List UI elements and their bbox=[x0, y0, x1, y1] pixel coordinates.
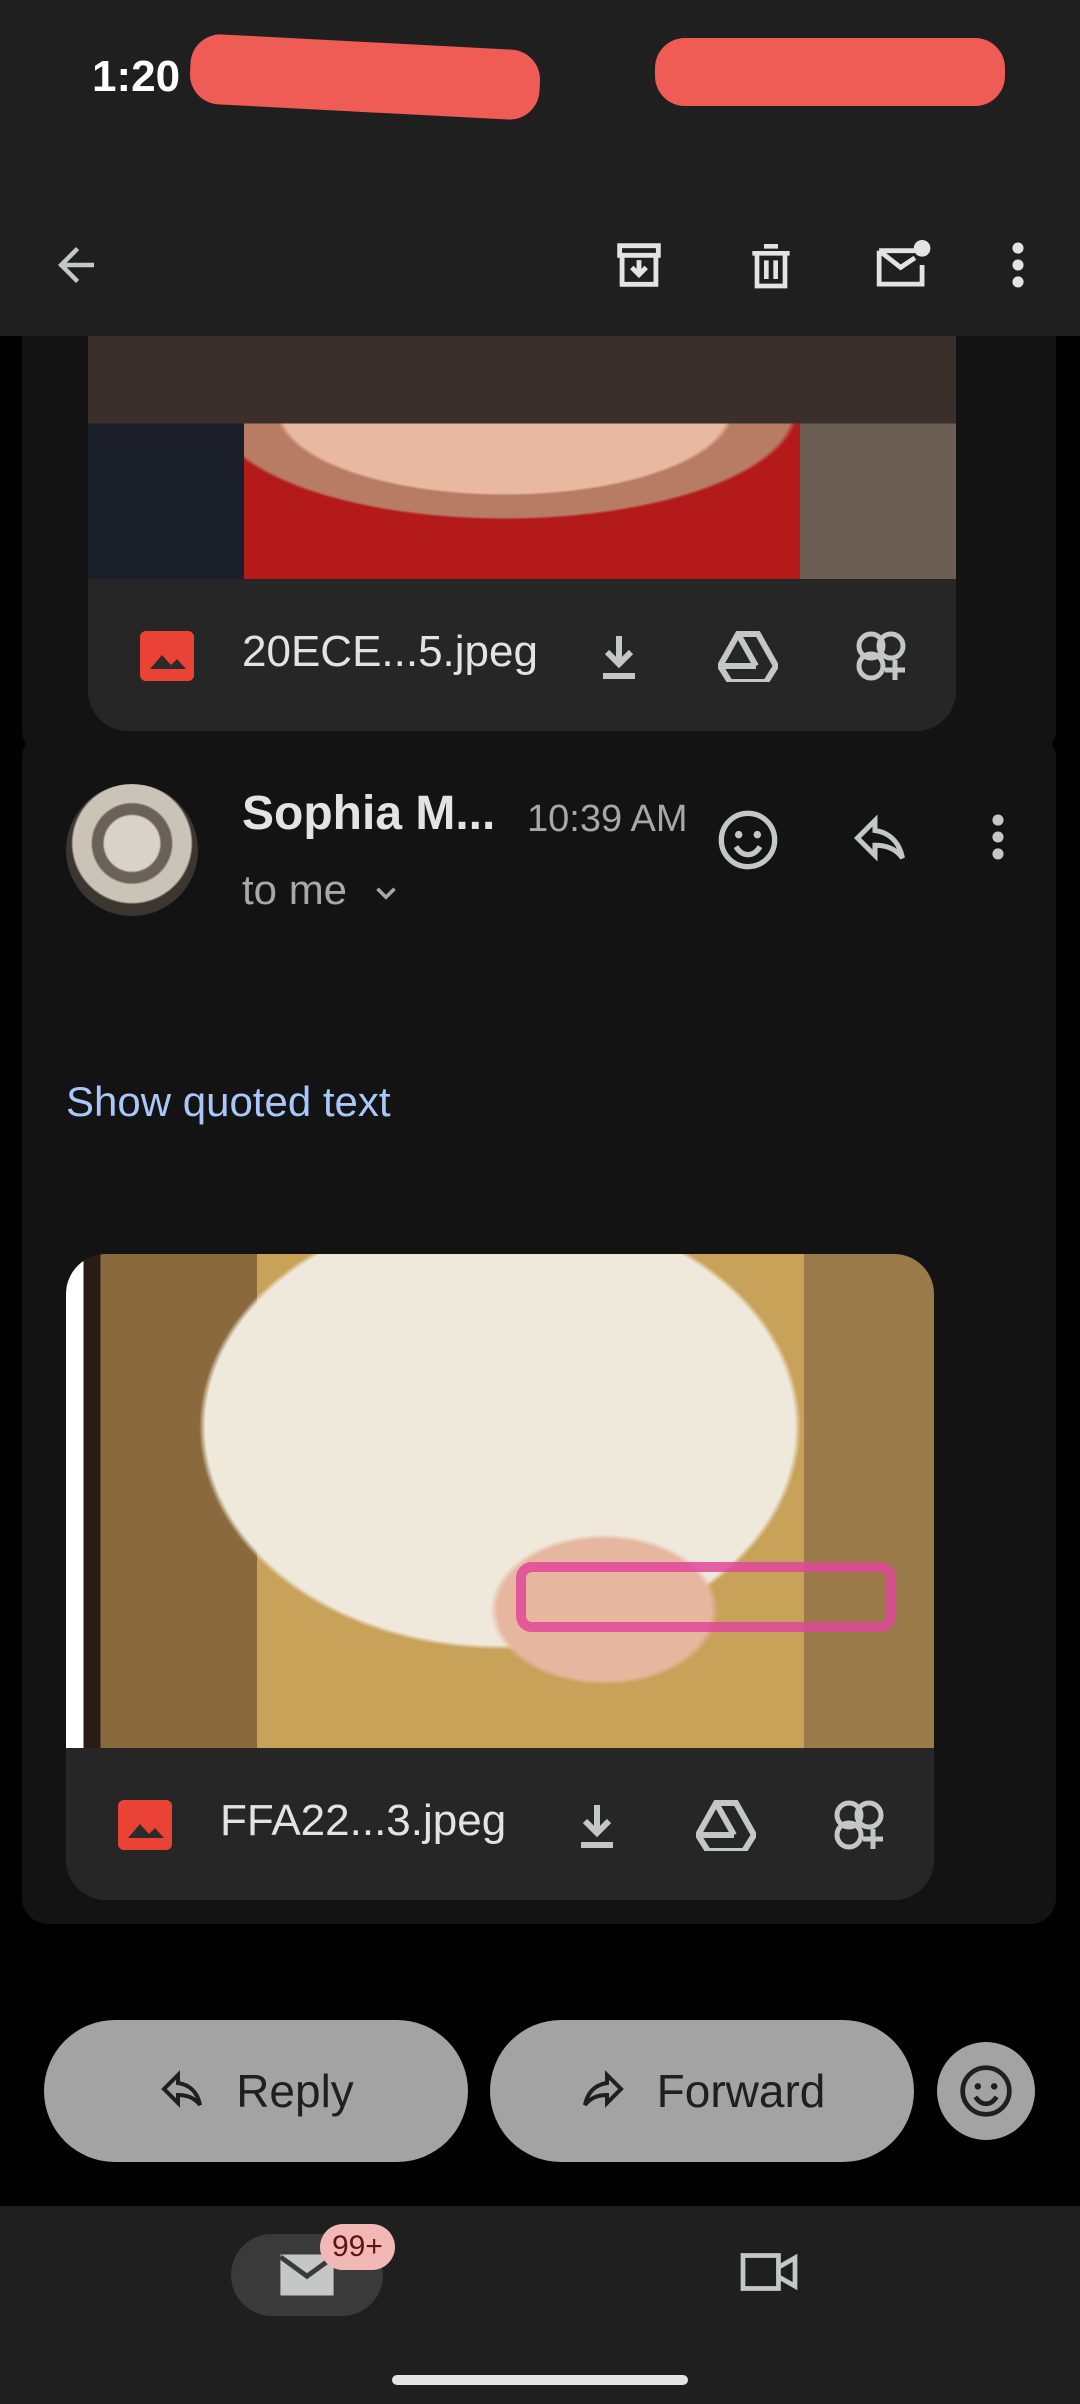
attachment-image bbox=[66, 1254, 934, 1748]
status-time: 1:20 bbox=[92, 52, 181, 101]
glasses-shape bbox=[516, 1562, 896, 1632]
recipient-label: to me bbox=[242, 866, 348, 913]
emoji-react-button[interactable] bbox=[937, 2042, 1035, 2140]
reply-label: Reply bbox=[236, 2065, 354, 2117]
attachment-preview[interactable]: FFA22...3.jpeg bbox=[66, 1254, 934, 1900]
drive-icon[interactable] bbox=[691, 1790, 761, 1860]
attachment-image bbox=[88, 336, 956, 579]
message-card-previous: 20ECE...5.jpeg bbox=[22, 336, 1056, 756]
conversation-view: 20ECE...5.jpeg Sophia M... 10:39 AM to m… bbox=[0, 336, 1080, 2206]
add-to-photos-icon[interactable] bbox=[846, 621, 916, 691]
reply-icon[interactable] bbox=[850, 808, 918, 876]
download-icon[interactable] bbox=[584, 621, 654, 691]
status-bar: 1:20 bbox=[0, 0, 1080, 200]
forward-button[interactable]: Forward bbox=[490, 2020, 914, 2162]
emoji-icon bbox=[960, 2065, 1012, 2117]
archive-icon[interactable] bbox=[599, 220, 679, 310]
recipient-details[interactable]: to me bbox=[242, 866, 403, 914]
sender-avatar[interactable] bbox=[66, 784, 198, 916]
sender-name[interactable]: Sophia M... bbox=[242, 786, 495, 841]
mark-unread-icon[interactable] bbox=[863, 220, 943, 310]
attachment-bar: 20ECE...5.jpeg bbox=[88, 579, 956, 731]
attachment-bar: FFA22...3.jpeg bbox=[66, 1748, 934, 1900]
back-arrow-icon[interactable] bbox=[36, 220, 116, 310]
attachment-filename: 20ECE...5.jpeg bbox=[242, 627, 538, 676]
more-vert-icon[interactable] bbox=[978, 220, 1058, 310]
drive-icon[interactable] bbox=[713, 621, 783, 691]
nav-meet-tab[interactable] bbox=[738, 2246, 800, 2303]
home-gesture-bar[interactable] bbox=[392, 2375, 688, 2385]
image-file-icon bbox=[140, 631, 194, 681]
attachment-preview[interactable]: 20ECE...5.jpeg bbox=[88, 336, 956, 731]
forward-icon bbox=[582, 2070, 624, 2108]
forward-label: Forward bbox=[656, 2065, 826, 2117]
reply-icon bbox=[161, 2070, 203, 2108]
video-camera-icon bbox=[740, 2253, 798, 2291]
reply-button[interactable]: Reply bbox=[44, 2020, 468, 2162]
message-more-icon[interactable] bbox=[978, 808, 1018, 876]
redaction-mark bbox=[655, 38, 1005, 106]
chevron-down-icon bbox=[375, 887, 396, 900]
delete-icon[interactable] bbox=[731, 220, 811, 310]
emoji-reaction-icon[interactable] bbox=[716, 808, 784, 876]
top-app-bar bbox=[0, 200, 1080, 336]
download-icon[interactable] bbox=[562, 1790, 632, 1860]
attachment-filename: FFA22...3.jpeg bbox=[220, 1796, 507, 1845]
add-to-photos-icon[interactable] bbox=[824, 1790, 894, 1860]
unread-count-badge: 99+ bbox=[320, 2224, 395, 2270]
show-quoted-text-link[interactable]: Show quoted text bbox=[66, 1078, 391, 1126]
redaction-mark bbox=[188, 32, 542, 122]
image-file-icon bbox=[118, 1800, 172, 1850]
message-time: 10:39 AM bbox=[527, 798, 688, 840]
